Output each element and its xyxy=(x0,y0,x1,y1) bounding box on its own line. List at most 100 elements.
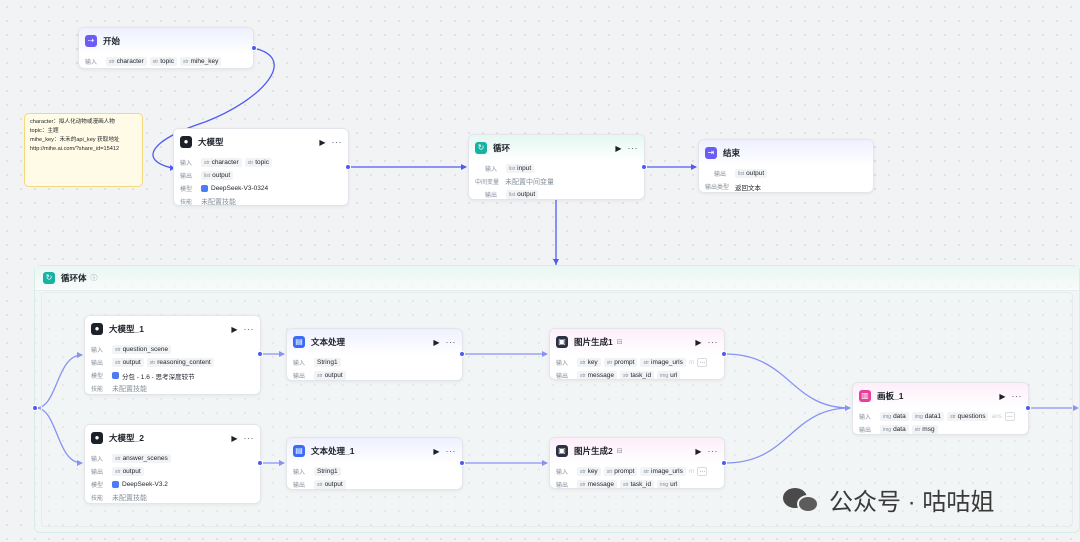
output-port[interactable] xyxy=(1025,405,1031,411)
var-tag: str msg xyxy=(911,425,938,434)
var-tag-truncated: ans xyxy=(991,413,1002,420)
text-process-icon: ▤ xyxy=(293,336,305,348)
output-label: 输出 xyxy=(556,374,569,380)
output-label: 输出 xyxy=(91,361,104,367)
more-icon[interactable]: ··· xyxy=(708,337,719,347)
output-port[interactable] xyxy=(257,460,263,466)
llm-node[interactable]: ● 大模型 ▶ ··· 输入 str character str topic 输出 … xyxy=(173,128,349,206)
output-port[interactable] xyxy=(345,164,351,170)
llm-node-1[interactable]: ● 大模型_1 ▶ ··· 输入 str question_scene 输出 st… xyxy=(84,315,261,395)
run-icon[interactable]: ▶ xyxy=(231,325,237,334)
output-port[interactable] xyxy=(721,460,727,466)
note-line: character：拟人化动物或漫画人物 xyxy=(30,119,115,125)
node-header: ▥ 画板_1 ▶ ··· xyxy=(853,383,1028,409)
start-node[interactable]: ⇢ 开始 输入 str character str topic str mihe_ke… xyxy=(78,27,254,69)
output-port[interactable] xyxy=(459,351,465,357)
node-title: 图片生成2 xyxy=(574,446,613,456)
var-tag: img url xyxy=(657,480,681,488)
skill-label: 技能 xyxy=(91,496,104,502)
node-title: 图片生成1 xyxy=(574,337,613,347)
run-icon[interactable]: ▶ xyxy=(615,144,621,153)
more-icon[interactable]: ··· xyxy=(244,433,255,443)
var-tag: str message xyxy=(577,371,617,379)
var-tag: str character xyxy=(106,57,147,66)
var-tag: str image_urls xyxy=(640,358,686,367)
node-header: ↻ 循环 ▶ ··· xyxy=(469,135,644,161)
note-line: topic：主题 xyxy=(30,128,59,134)
var-tag: list output xyxy=(735,169,768,178)
expand-vars-button[interactable]: ··· xyxy=(697,467,708,476)
var-tag: str topic xyxy=(149,57,177,66)
output-label: 输出 xyxy=(859,428,872,434)
node-title: 开始 xyxy=(103,36,121,46)
loop-node[interactable]: ↻ 循环 ▶ ··· 输入 list input 中间变量 未配置中间变量 输出 … xyxy=(468,134,645,200)
skill-label: 技能 xyxy=(91,387,104,393)
model-label: 模型 xyxy=(91,483,104,489)
more-icon[interactable]: ··· xyxy=(628,143,639,153)
output-mode-label: 输出类型 xyxy=(705,185,730,191)
board-icon: ▥ xyxy=(859,390,871,402)
run-icon[interactable]: ▶ xyxy=(695,338,701,347)
output-label: 输出 xyxy=(180,174,193,180)
node-header: ● 大模型_2 ▶ ··· xyxy=(85,425,260,451)
start-icon: ⇢ xyxy=(85,35,97,47)
var-tag: list output xyxy=(201,171,234,180)
plugin-badge-icon: ⊟ xyxy=(616,339,623,346)
var-tag: str task_id xyxy=(619,480,655,488)
var-tag: str prompt xyxy=(603,358,638,367)
watermark: 公众号 · 咕咕姐 xyxy=(783,482,994,517)
text-process-node-2[interactable]: ▤ 文本处理_1 ▶ ··· 输入 String1 输出 str output xyxy=(286,437,463,490)
model-icon: ● xyxy=(180,136,192,148)
more-icon[interactable]: ··· xyxy=(446,446,457,456)
output-mode-value: 返回文本 xyxy=(735,184,761,192)
node-header: ⇥ 结束 xyxy=(699,140,873,166)
var-tag: String1 xyxy=(314,358,341,367)
more-icon[interactable]: ··· xyxy=(446,337,457,347)
expand-vars-button[interactable]: ··· xyxy=(697,358,708,367)
loop-entry-port[interactable] xyxy=(32,405,38,411)
board-node[interactable]: ▥ 画板_1 ▶ ··· 输入 img data img data1 str ques… xyxy=(852,382,1029,435)
output-port[interactable] xyxy=(641,164,647,170)
run-icon[interactable]: ▶ xyxy=(999,392,1005,401)
more-icon[interactable]: ··· xyxy=(244,324,255,334)
more-icon[interactable]: ··· xyxy=(708,446,719,456)
output-label: 输出 xyxy=(293,483,306,489)
var-tag-truncated: m xyxy=(688,359,695,366)
image-gen-icon: ▣ xyxy=(556,336,568,348)
end-node[interactable]: ⇥ 结束 输出 list output 输出类型 返回文本 xyxy=(698,139,874,193)
info-icon[interactable]: ⓘ xyxy=(91,273,98,283)
var-tag: img data1 xyxy=(911,412,945,421)
llm-node-2[interactable]: ● 大模型_2 ▶ ··· 输入 str answer_scenes 输出 str… xyxy=(84,424,261,504)
node-title: 大模型_1 xyxy=(109,324,144,334)
run-icon[interactable]: ▶ xyxy=(231,434,237,443)
expand-vars-button[interactable]: ··· xyxy=(1004,412,1015,421)
run-icon[interactable]: ▶ xyxy=(319,138,325,147)
input-label: 输入 xyxy=(85,60,98,66)
node-title: 结束 xyxy=(723,148,741,158)
output-port[interactable] xyxy=(721,351,727,357)
comment-note[interactable]: character：拟人化动物或漫画人物 topic：主题 mihe_key：禾… xyxy=(24,113,143,187)
deepseek-icon xyxy=(112,481,119,488)
run-icon[interactable]: ▶ xyxy=(433,447,439,456)
wechat-icon xyxy=(783,486,821,514)
image-gen-node-1[interactable]: ▣ 图片生成1 ⊟ ▶ ··· 输入 str key str prompt str i… xyxy=(549,328,725,380)
plugin-badge-icon: ⊟ xyxy=(616,448,623,455)
model-value: DeepSeek-V3.2 xyxy=(112,481,168,488)
run-icon[interactable]: ▶ xyxy=(695,447,701,456)
run-icon[interactable]: ▶ xyxy=(433,338,439,347)
input-label: 输入 xyxy=(91,457,104,463)
more-icon[interactable]: ··· xyxy=(1012,391,1023,401)
var-tag: str task_id xyxy=(619,371,655,379)
var-tag: img data xyxy=(880,412,909,421)
text-process-node-1[interactable]: ▤ 文本处理 ▶ ··· 输入 String1 输出 str output xyxy=(286,328,463,381)
var-tag: str character xyxy=(201,158,242,167)
image-gen-node-2[interactable]: ▣ 图片生成2 ⊟ ▶ ··· 输入 str key str prompt str i… xyxy=(549,437,725,489)
output-port[interactable] xyxy=(251,45,257,51)
output-port[interactable] xyxy=(459,460,465,466)
more-icon[interactable]: ··· xyxy=(332,137,343,147)
output-port[interactable] xyxy=(257,351,263,357)
var-tag-truncated: m xyxy=(688,468,695,475)
node-title: 循环 xyxy=(493,143,511,153)
node-header: ▤ 文本处理_1 ▶ ··· xyxy=(287,438,462,464)
output-label: 输出 xyxy=(91,470,104,476)
